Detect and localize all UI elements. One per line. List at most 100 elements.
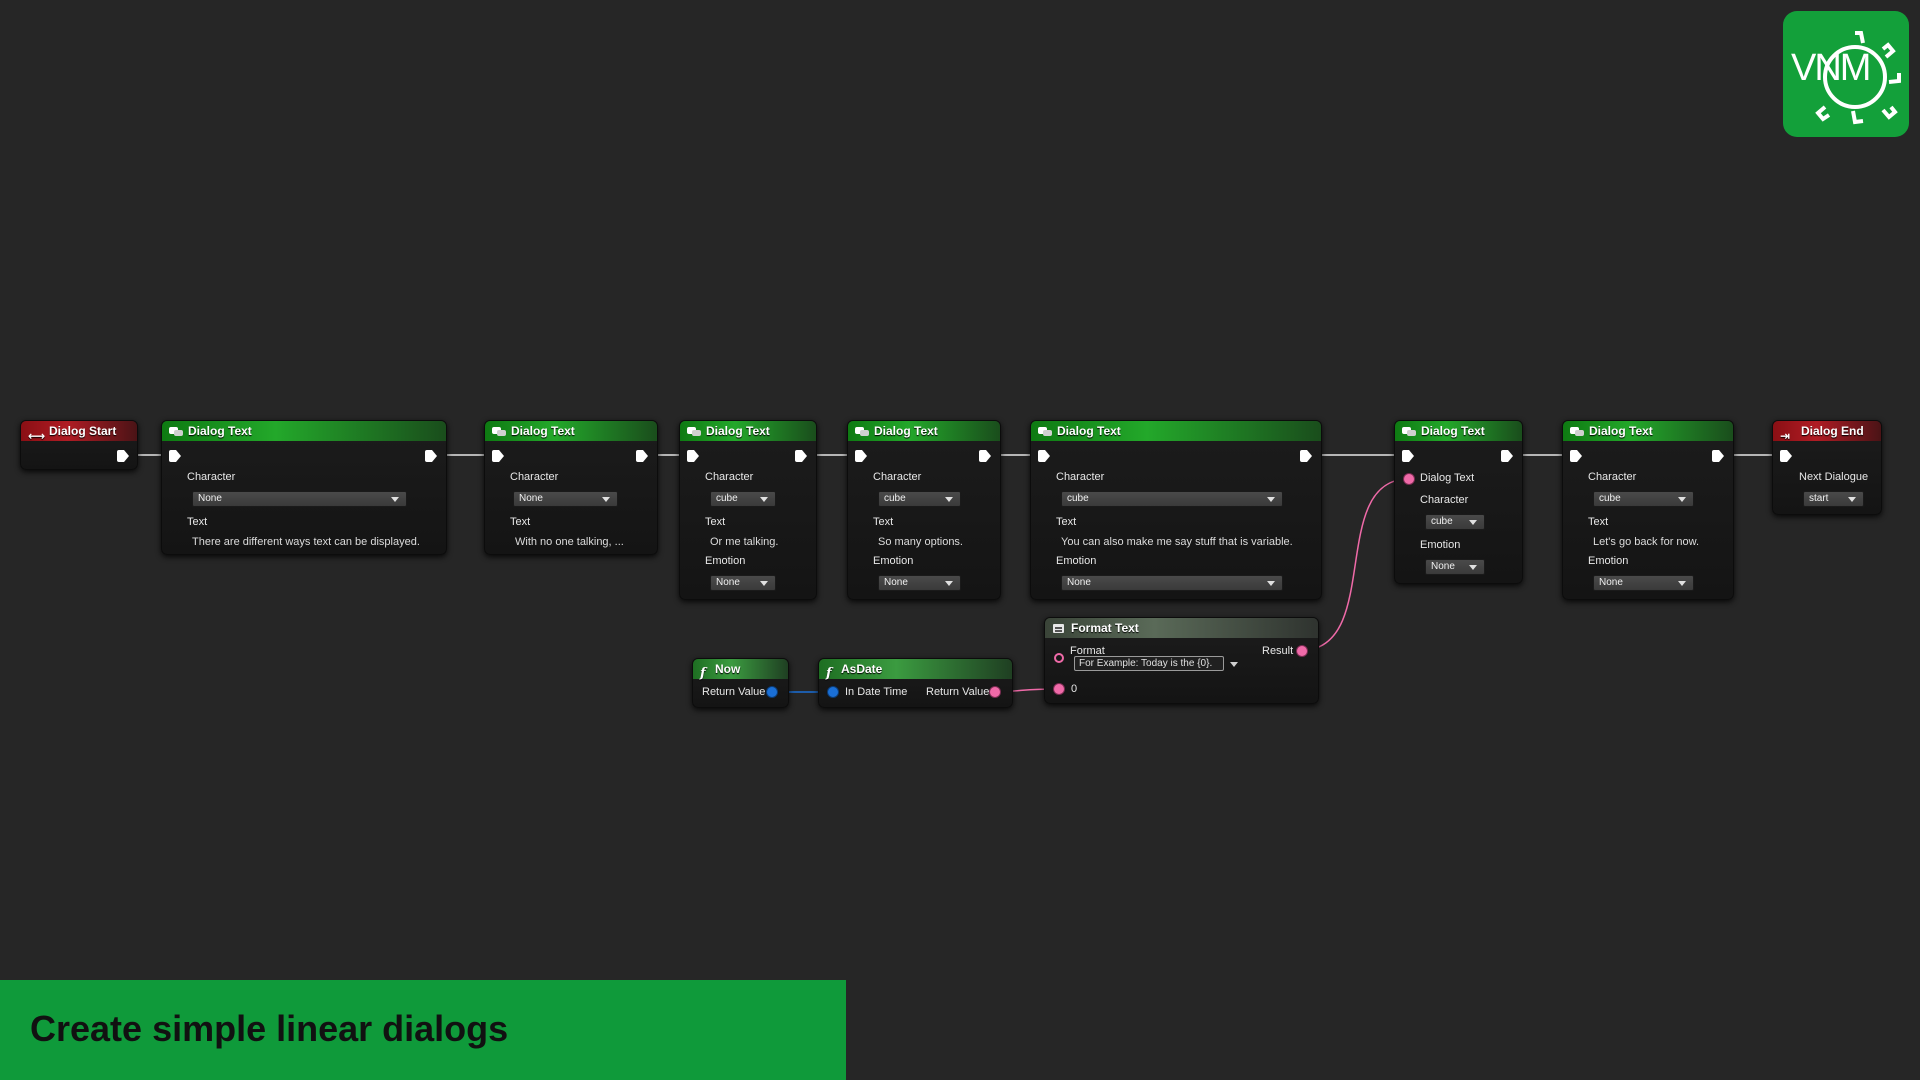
- exec-out-pin[interactable]: [425, 450, 437, 462]
- character-dropdown[interactable]: cube: [710, 491, 776, 507]
- node-title: Dialog Text: [1589, 424, 1653, 438]
- exec-in-pin[interactable]: [492, 450, 504, 462]
- emotion-dropdown[interactable]: None: [878, 575, 961, 591]
- dialog-text-value[interactable]: Let's go back for now.: [1593, 536, 1699, 548]
- next-dialogue-dropdown[interactable]: start: [1803, 491, 1864, 507]
- return-value-label: Return Value: [702, 686, 766, 698]
- node-title: Dialog Text: [188, 424, 252, 438]
- chat-bubble-icon: [855, 426, 869, 437]
- emotion-label: Emotion: [1056, 555, 1097, 567]
- character-label: Character: [1420, 494, 1469, 506]
- node-title: Dialog End: [1801, 424, 1864, 438]
- exec-out-pin[interactable]: [979, 450, 991, 462]
- exec-in-pin[interactable]: [1402, 450, 1414, 462]
- dropdown-value: None: [1067, 577, 1091, 588]
- return-value-output-pin[interactable]: [990, 687, 1000, 697]
- node-header: Dialog Text: [848, 421, 1000, 441]
- dropdown-value: None: [884, 577, 908, 588]
- dropdown-value: None: [1431, 561, 1455, 572]
- exec-out-pin[interactable]: [1501, 450, 1513, 462]
- character-dropdown[interactable]: cube: [1061, 491, 1283, 507]
- dialog-text-node[interactable]: Dialog Text Character None Text With no …: [484, 420, 658, 555]
- dropdown-value: cube: [1067, 493, 1089, 504]
- format-text-node[interactable]: Format Text Format For Example: Today is…: [1044, 617, 1319, 704]
- text-label: Text: [1056, 516, 1077, 528]
- text-label: Text: [873, 516, 894, 528]
- dialog-start-node[interactable]: ⟷ Dialog Start: [20, 420, 138, 470]
- chevron-down-icon: [1678, 497, 1686, 502]
- character-dropdown[interactable]: None: [513, 491, 618, 507]
- exec-out-pin[interactable]: [117, 450, 129, 462]
- emotion-label: Emotion: [1588, 555, 1629, 567]
- character-label: Character: [1588, 471, 1637, 483]
- chevron-down-icon: [602, 497, 610, 502]
- emotion-dropdown[interactable]: None: [1425, 559, 1485, 575]
- in-date-time-input-pin[interactable]: [828, 687, 838, 697]
- dialog-text-node[interactable]: Dialog Text Dialog Text Character cube E…: [1394, 420, 1523, 584]
- dialog-text-value[interactable]: So many options.: [878, 536, 963, 548]
- exec-in-pin[interactable]: [855, 450, 867, 462]
- chevron-down-icon: [391, 497, 399, 502]
- chat-bubble-icon: [687, 426, 701, 437]
- dialog-text-node[interactable]: Dialog Text Character cube Text Or me ta…: [679, 420, 817, 600]
- exec-in-pin[interactable]: [1780, 450, 1792, 462]
- format-value: For Example: Today is the {0}.: [1079, 658, 1213, 669]
- dialog-text-node[interactable]: Dialog Text Character cube Text You can …: [1030, 420, 1322, 600]
- exec-in-pin[interactable]: [169, 450, 181, 462]
- dialog-end-node[interactable]: ⇥ Dialog End Next Dialogue start: [1772, 420, 1882, 515]
- node-title: Dialog Start: [49, 424, 117, 438]
- exec-out-pin[interactable]: [795, 450, 807, 462]
- chat-bubble-icon: [1570, 426, 1584, 437]
- logo-text: VNM: [1791, 47, 1871, 89]
- blueprint-graph-canvas[interactable]: ⟷ Dialog Start Dialog Text Character Non…: [0, 0, 1920, 1080]
- node-header: Dialog Text: [162, 421, 446, 441]
- emotion-dropdown[interactable]: None: [1061, 575, 1283, 591]
- node-title: Dialog Text: [874, 424, 938, 438]
- chat-bubble-icon: [1402, 426, 1416, 437]
- node-title: Now: [715, 662, 741, 676]
- chevron-down-icon[interactable]: [1230, 662, 1238, 667]
- text-label: Text: [510, 516, 531, 528]
- dialog-text-value[interactable]: There are different ways text can be dis…: [192, 536, 420, 548]
- exec-out-pin[interactable]: [636, 450, 648, 462]
- dialog-text-node[interactable]: Dialog Text Character cube Text Let's go…: [1562, 420, 1734, 600]
- emotion-dropdown[interactable]: None: [710, 575, 776, 591]
- asdate-function-node[interactable]: f AsDate In Date Time Return Value: [818, 658, 1013, 708]
- node-header: Dialog Text: [485, 421, 657, 441]
- exec-in-pin[interactable]: [1570, 450, 1582, 462]
- dialog-text-node[interactable]: Dialog Text Character None Text There ar…: [161, 420, 447, 555]
- dialog-text-value[interactable]: You can also make me say stuff that is v…: [1061, 536, 1293, 548]
- node-header: Dialog Text: [680, 421, 816, 441]
- format-input[interactable]: For Example: Today is the {0}.: [1074, 656, 1224, 671]
- node-header: Format Text: [1045, 618, 1318, 638]
- now-function-node[interactable]: f Now Return Value: [692, 658, 789, 708]
- node-title: Dialog Text: [511, 424, 575, 438]
- character-dropdown[interactable]: cube: [1593, 491, 1694, 507]
- character-dropdown[interactable]: cube: [1425, 514, 1485, 530]
- chevron-down-icon: [1267, 581, 1275, 586]
- format-input-pin[interactable]: [1054, 653, 1064, 663]
- dialog-text-label: Dialog Text: [1420, 472, 1475, 484]
- dialog-text-value[interactable]: With no one talking, ...: [515, 536, 624, 548]
- exec-out-pin[interactable]: [1712, 450, 1724, 462]
- node-title: Dialog Text: [706, 424, 770, 438]
- chevron-down-icon: [1267, 497, 1275, 502]
- exec-out-pin[interactable]: [1300, 450, 1312, 462]
- dialog-text-value[interactable]: Or me talking.: [710, 536, 778, 548]
- emotion-dropdown[interactable]: None: [1593, 575, 1694, 591]
- dropdown-value: None: [519, 493, 543, 504]
- exec-in-pin[interactable]: [687, 450, 699, 462]
- character-dropdown[interactable]: cube: [878, 491, 961, 507]
- exec-in-pin[interactable]: [1038, 450, 1050, 462]
- exit-arrow-icon: ⇥: [1780, 428, 1791, 443]
- dropdown-value: None: [1599, 577, 1623, 588]
- return-value-output-pin[interactable]: [767, 687, 777, 697]
- text-label: Text: [1588, 516, 1609, 528]
- character-dropdown[interactable]: None: [192, 491, 407, 507]
- arg-input-pin[interactable]: [1054, 684, 1064, 694]
- dialog-text-input-pin[interactable]: [1404, 474, 1414, 484]
- dropdown-value: cube: [884, 493, 906, 504]
- chevron-down-icon: [760, 497, 768, 502]
- dialog-text-node[interactable]: Dialog Text Character cube Text So many …: [847, 420, 1001, 600]
- result-output-pin[interactable]: [1297, 646, 1307, 656]
